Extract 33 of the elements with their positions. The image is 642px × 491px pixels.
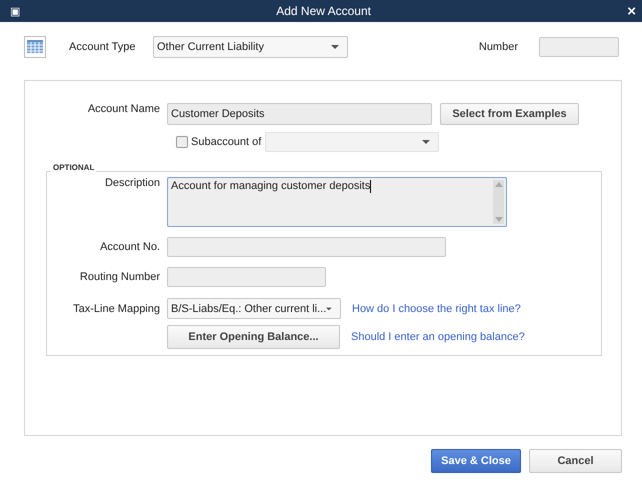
window-title: Add New Account: [275, 4, 372, 18]
ledger-icon: [24, 36, 46, 58]
dropdown[interactable]: B/S-Liabs/Eq.: Other current li...: [167, 298, 341, 319]
field-label: Tax-Line Mapping: [72, 302, 161, 314]
caret-icon: [331, 45, 339, 49]
scroll-down-icon[interactable]: [494, 217, 502, 222]
save-close-button[interactable]: Save & Close: [431, 449, 521, 473]
field-label: Number: [478, 41, 518, 53]
dropdown[interactable]: [265, 132, 439, 152]
checkbox[interactable]: [176, 136, 188, 148]
account-name-field[interactable]: Customer Deposits: [167, 103, 432, 125]
opening-balance-button[interactable]: Enter Opening Balance...: [167, 325, 340, 349]
cancel-button[interactable]: Cancel: [529, 449, 622, 473]
routing-number-field[interactable]: [167, 267, 326, 287]
help-link[interactable]: How do I choose the right tax line?: [352, 302, 521, 314]
close-button[interactable]: ×: [627, 2, 636, 20]
field-label: Routing Number: [78, 271, 161, 283]
help-link[interactable]: Should I enter an opening balance?: [351, 331, 525, 343]
field-label: Account No.: [99, 241, 161, 253]
dropdown[interactable]: Other Current Liability: [153, 36, 348, 58]
checkbox-label: Subaccount of: [191, 136, 262, 148]
number-field[interactable]: [539, 37, 619, 57]
section-heading: OPTIONAL: [51, 163, 96, 172]
caret-icon: [422, 140, 430, 144]
field-label: Description: [104, 177, 161, 189]
field-label: Account Name: [86, 103, 161, 115]
account-number-field[interactable]: [167, 237, 446, 257]
caret-icon: [326, 306, 332, 310]
description-field[interactable]: Account for managing customer deposits: [167, 177, 507, 227]
field-label: Account Type: [69, 41, 136, 53]
window-menu-icon[interactable]: ▣: [10, 4, 20, 18]
select-examples-button[interactable]: Select from Examples: [440, 103, 579, 125]
scroll-up-icon[interactable]: [494, 182, 502, 187]
